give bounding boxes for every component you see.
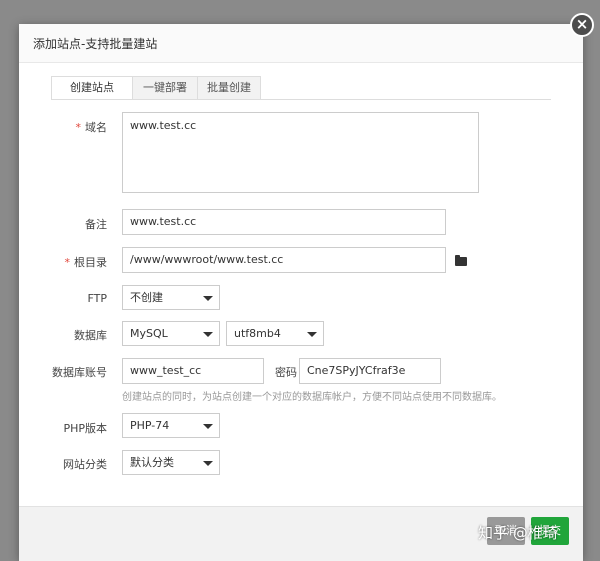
database-charset-select[interactable]: utf8mb4 xyxy=(226,321,324,346)
tab-batch-create[interactable]: 批量创建 xyxy=(197,76,261,100)
tab-divider xyxy=(51,99,551,100)
watermark: 知乎 @椎琦 xyxy=(478,524,558,542)
close-icon[interactable]: × xyxy=(570,13,594,37)
db-user-input[interactable]: www_test_cc xyxy=(122,358,264,384)
ftp-select[interactable]: 不创建 xyxy=(122,285,220,310)
php-version-select[interactable]: PHP-74 xyxy=(122,413,220,438)
root-dir-label: * 根目录 xyxy=(64,256,108,269)
domain-label: * 域名 xyxy=(75,121,108,134)
remark-input[interactable]: www.test.cc xyxy=(122,209,446,235)
chevron-down-icon xyxy=(203,296,213,301)
remark-label: 备注 xyxy=(85,218,107,231)
dialog-header: 添加站点-支持批量建站 xyxy=(19,24,583,63)
chevron-down-icon xyxy=(203,332,213,337)
required-marker: * xyxy=(75,121,82,134)
chevron-down-icon xyxy=(203,461,213,466)
dialog-title: 添加站点-支持批量建站 xyxy=(33,37,158,51)
php-version-label: PHP版本 xyxy=(63,422,107,435)
chevron-down-icon xyxy=(203,424,213,429)
tab-one-click-deploy[interactable]: 一键部署 xyxy=(132,76,198,100)
add-site-dialog: 添加站点-支持批量建站 创建站点 一键部署 批量创建 * 域名 www.test.… xyxy=(19,24,583,561)
domain-textarea[interactable]: www.test.cc xyxy=(122,112,479,193)
ftp-label: FTP xyxy=(87,292,108,305)
db-password-input[interactable]: Cne7SPyJYCfraf3e xyxy=(299,358,441,384)
db-account-hint: 创建站点的同时，为站点创建一个对应的数据库帐户，方便不同站点使用不同数据库。 xyxy=(122,392,502,403)
chevron-down-icon xyxy=(307,332,317,337)
db-account-label: 数据库账号 xyxy=(52,366,107,379)
database-type-select[interactable]: MySQL xyxy=(122,321,220,346)
root-dir-input[interactable]: /www/wwwroot/www.test.cc xyxy=(122,247,446,273)
database-label: 数据库 xyxy=(74,329,107,342)
required-marker: * xyxy=(64,256,71,269)
tab-create-site[interactable]: 创建站点 xyxy=(51,76,133,100)
site-category-label: 网站分类 xyxy=(63,458,107,471)
site-category-select[interactable]: 默认分类 xyxy=(122,450,220,475)
password-label: 密码 xyxy=(275,366,297,379)
folder-open-icon[interactable] xyxy=(455,255,467,266)
